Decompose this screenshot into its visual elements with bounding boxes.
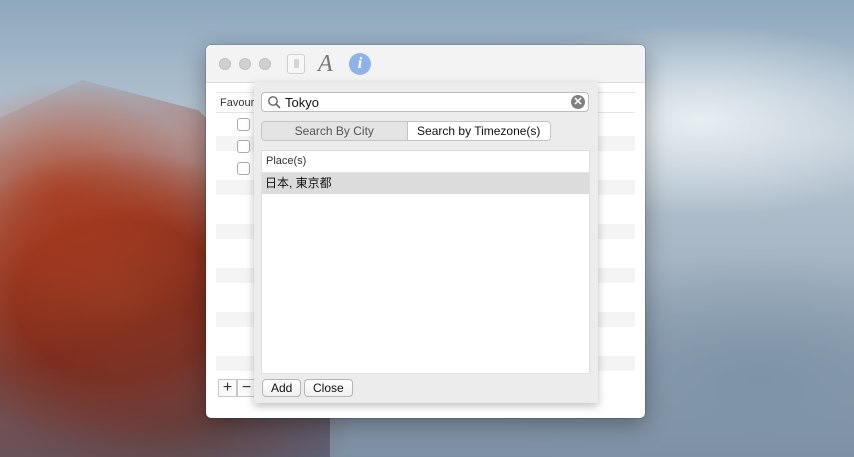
search-field[interactable]: ✕ xyxy=(261,92,589,112)
places-table: Place(s) 日本, 東京都 xyxy=(261,150,590,374)
add-button[interactable]: Add xyxy=(262,379,302,397)
search-sheet: ✕ Search By City Search by Timezone(s) P… xyxy=(254,82,598,403)
search-input[interactable] xyxy=(285,94,565,110)
favourite-checkbox[interactable] xyxy=(237,140,250,153)
close-button[interactable]: Close xyxy=(304,379,353,397)
close-window-button[interactable] xyxy=(219,58,231,70)
font-icon[interactable]: A xyxy=(318,51,333,77)
app-window: A i Favour + − ✕ Search By City Search b… xyxy=(206,45,645,418)
search-mode-control: Search By City Search by Timezone(s) xyxy=(261,121,551,141)
clear-search-icon[interactable]: ✕ xyxy=(571,95,585,109)
tab-search-by-city[interactable]: Search By City xyxy=(262,122,407,140)
add-row-button[interactable]: + xyxy=(218,379,237,397)
search-icon xyxy=(268,96,281,109)
places-column-header[interactable]: Place(s) xyxy=(262,151,589,173)
minimize-window-button[interactable] xyxy=(239,58,251,70)
favourite-checkbox[interactable] xyxy=(237,118,250,131)
favourite-checkbox[interactable] xyxy=(237,162,250,175)
table-row[interactable]: 日本, 東京都 xyxy=(262,173,589,194)
zoom-window-button[interactable] xyxy=(259,58,271,70)
toolbar: A i xyxy=(206,45,645,83)
phone-icon[interactable] xyxy=(287,54,305,74)
info-icon[interactable]: i xyxy=(349,53,371,75)
tab-search-by-timezone[interactable]: Search by Timezone(s) xyxy=(406,122,550,140)
